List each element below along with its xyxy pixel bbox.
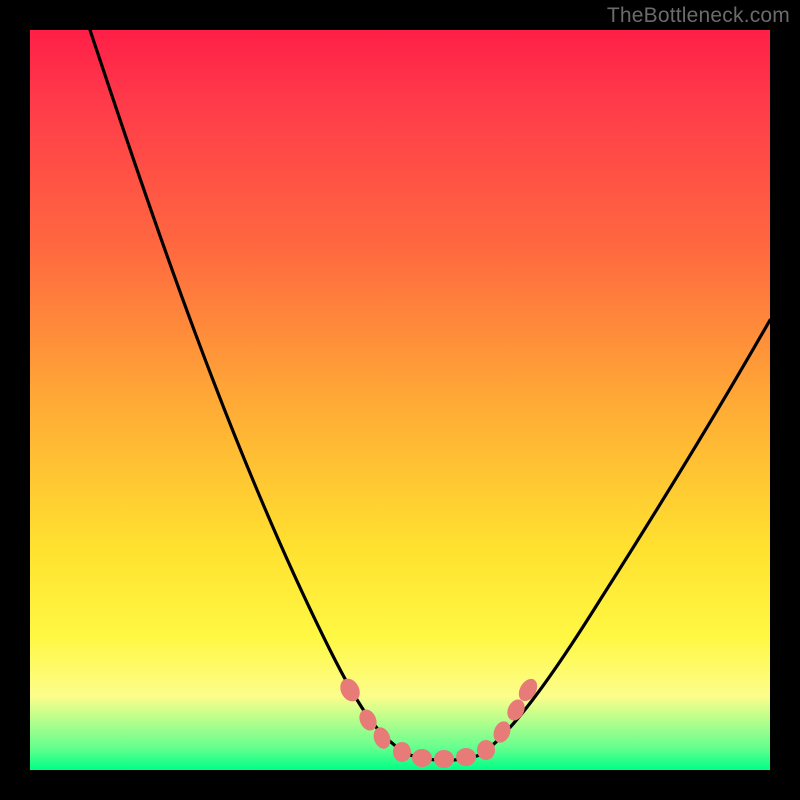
- curve-left-branch: [90, 30, 410, 755]
- watermark-text: TheBottleneck.com: [607, 4, 790, 28]
- curve-right-branch: [480, 320, 770, 755]
- curve-svg: [30, 30, 770, 770]
- curve-bottom: [410, 755, 480, 760]
- trough-markers: [336, 675, 541, 768]
- plot-area: [30, 30, 770, 770]
- chart-frame: TheBottleneck.com: [0, 0, 800, 800]
